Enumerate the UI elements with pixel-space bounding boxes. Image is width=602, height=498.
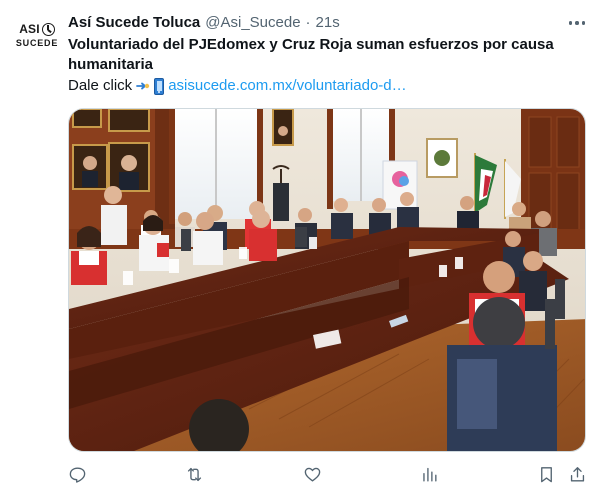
clock-icon bbox=[41, 22, 55, 36]
article-link[interactable]: asisucede.com.mx/voluntariado-d… bbox=[168, 76, 406, 96]
share-icon bbox=[570, 466, 585, 482]
views-chart-icon bbox=[423, 467, 437, 482]
more-dots-icon bbox=[568, 21, 573, 25]
like-button[interactable] bbox=[303, 462, 322, 486]
bookmark-button[interactable] bbox=[537, 462, 556, 486]
repost-icon bbox=[187, 467, 202, 481]
display-name[interactable]: Así Sucede Toluca bbox=[68, 13, 200, 33]
views-button[interactable] bbox=[420, 462, 439, 486]
tweet-photo[interactable] bbox=[68, 108, 586, 452]
handle[interactable]: @Asi_Sucede bbox=[205, 13, 300, 33]
tweet-card[interactable]: ASI SUCEDE Así Sucede Toluca @Asi_Sucede… bbox=[0, 0, 602, 498]
more-options-button[interactable] bbox=[566, 12, 588, 34]
link-line: Dale click asisucede.com.mx/voluntariado… bbox=[68, 76, 588, 96]
timestamp[interactable]: 21s bbox=[316, 13, 340, 33]
avatar[interactable]: ASI SUCEDE bbox=[14, 12, 60, 58]
repost-button[interactable] bbox=[185, 462, 204, 486]
tweet-text: Voluntariado del PJEdomex y Cruz Roja su… bbox=[68, 35, 588, 96]
avatar-logo-line1: ASI bbox=[19, 22, 55, 36]
tweet-header: Así Sucede Toluca @Asi_Sucede · 21s bbox=[68, 13, 340, 33]
bookmark-icon bbox=[541, 466, 552, 482]
mobile-phone-icon bbox=[154, 77, 165, 95]
reply-icon bbox=[69, 466, 86, 483]
separator-dot: · bbox=[305, 14, 311, 31]
share-button[interactable] bbox=[568, 462, 587, 486]
avatar-logo-line2: SUCEDE bbox=[15, 37, 59, 48]
action-bar bbox=[68, 462, 586, 486]
cta-text: Dale click bbox=[68, 77, 133, 94]
tweet-title: Voluntariado del PJEdomex y Cruz Roja su… bbox=[68, 36, 554, 73]
heart-icon bbox=[304, 467, 321, 482]
pointing-hand-icon bbox=[136, 78, 150, 94]
reply-button[interactable] bbox=[68, 462, 87, 486]
